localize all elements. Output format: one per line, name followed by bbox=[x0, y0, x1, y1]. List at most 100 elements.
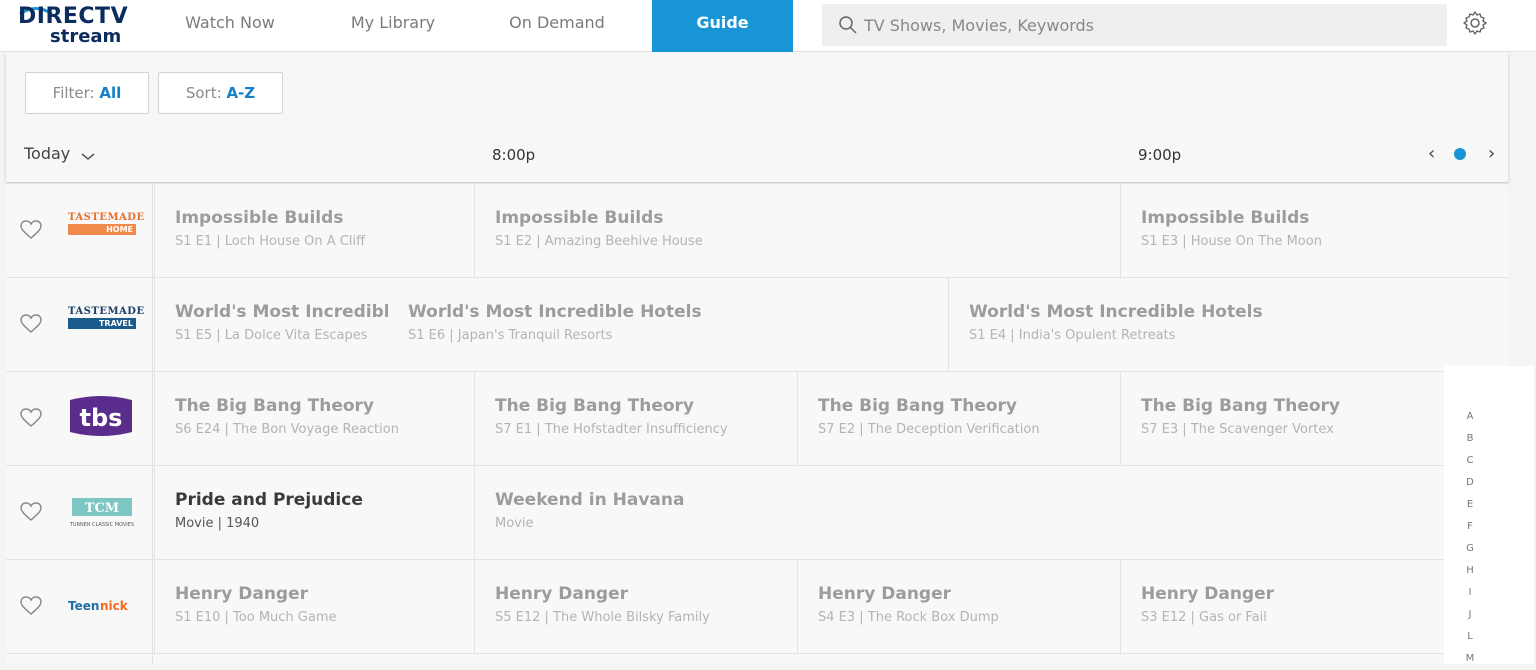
channel-logo-teennick[interactable]: Teen nick bbox=[66, 580, 142, 634]
teennick-logo-icon: Teen nick bbox=[68, 599, 129, 613]
alphabet-letter-f[interactable]: F bbox=[1462, 516, 1478, 538]
svg-text:tbs: tbs bbox=[80, 404, 123, 432]
program-cell[interactable]: Henry Danger S1 E10 | Too Much Game bbox=[154, 560, 474, 654]
tastemade-home-logo: TASTEMADE HOME bbox=[68, 212, 144, 235]
svg-text:TCM: TCM bbox=[85, 501, 119, 516]
program-subtitle: S1 E10 | Too Much Game bbox=[175, 610, 337, 625]
program-cell[interactable]: The Big Bang Theory S7 E2 | The Deceptio… bbox=[797, 372, 1120, 466]
alphabet-letter-e[interactable]: E bbox=[1462, 494, 1478, 516]
day-label: Today bbox=[24, 144, 71, 163]
directv-stream-logo[interactable]: DIRECTV stream bbox=[16, 4, 138, 48]
program-subtitle: S4 E3 | The Rock Box Dump bbox=[818, 610, 999, 625]
program-cell[interactable]: Henry Danger S4 E3 | The Rock Box Dump bbox=[797, 560, 1120, 654]
program-cell[interactable]: Henry Danger S3 E12 | Gas or Fail bbox=[1120, 560, 1443, 654]
chevron-left-icon[interactable]: ‹ bbox=[1428, 142, 1435, 166]
program-title: The Big Bang Theory bbox=[818, 396, 1018, 416]
program-cell[interactable]: World's Most Incredible S1 E5 | La Dolce… bbox=[154, 278, 388, 372]
program-cell[interactable]: The Big Bang Theory S7 E1 | The Hofstadt… bbox=[474, 372, 797, 466]
program-title: Henry Danger bbox=[495, 584, 629, 604]
guide-row: TCM TURNER CLASSIC MOVIES Pride and Prej… bbox=[6, 465, 1508, 560]
program-title: Weekend in Havana bbox=[495, 490, 685, 510]
nav-watch-now[interactable]: Watch Now bbox=[160, 0, 300, 52]
alphabet-letter-j[interactable]: J bbox=[1462, 604, 1478, 626]
search-box[interactable] bbox=[822, 4, 1447, 46]
nav-my-library[interactable]: My Library bbox=[323, 0, 463, 52]
guide-row: TASTEMADE TRAVEL World's Most Incredible… bbox=[6, 277, 1508, 372]
guide-row: tbs The Big Bang Theory S6 E24 | The Bon… bbox=[6, 371, 1508, 466]
time-slot-9pm: 9:00p bbox=[1138, 146, 1182, 164]
row-divider bbox=[152, 466, 153, 560]
chevron-right-icon[interactable]: › bbox=[1488, 142, 1495, 166]
nav-on-demand[interactable]: On Demand bbox=[487, 0, 627, 52]
program-subtitle: S1 E5 | La Dolce Vita Escapes bbox=[175, 328, 368, 343]
program-title: Pride and Prejudice bbox=[175, 490, 363, 510]
program-subtitle: S3 E12 | Gas or Fail bbox=[1141, 610, 1267, 625]
channel-logo-tbs[interactable]: tbs bbox=[66, 392, 142, 446]
channel-logo-tcm[interactable]: TCM TURNER CLASSIC MOVIES bbox=[66, 486, 142, 540]
sort-value: A-Z bbox=[226, 84, 256, 102]
alphabet-letter-h[interactable]: H bbox=[1462, 560, 1478, 582]
alphabet-letter-c[interactable]: C bbox=[1462, 450, 1478, 472]
time-slot-8pm: 8:00p bbox=[492, 146, 536, 164]
tastemade-travel-logo: TASTEMADE TRAVEL bbox=[68, 306, 144, 329]
time-pager: ‹ › bbox=[1424, 142, 1504, 166]
filter-button[interactable]: Filter: All bbox=[25, 72, 149, 114]
program-title: Impossible Builds bbox=[495, 208, 664, 228]
alphabet-letter-d[interactable]: D bbox=[1462, 472, 1478, 494]
program-subtitle: S7 E1 | The Hofstadter Insufficiency bbox=[495, 422, 728, 437]
program-subtitle: S1 E1 | Loch House On A Cliff bbox=[175, 234, 366, 249]
top-navigation: DIRECTV stream Watch Now My Library On D… bbox=[0, 0, 1536, 52]
guide-controls: Filter: All Sort: A-Z Today 8:00p 9:00p … bbox=[6, 52, 1508, 182]
row-divider bbox=[152, 654, 153, 665]
guide-row: Teen nick Henry Danger S1 E10 | Too Much… bbox=[6, 559, 1508, 654]
alphabet-letter-m[interactable]: M bbox=[1462, 648, 1478, 670]
program-cell[interactable]: Impossible Builds S1 E3 | House On The M… bbox=[1120, 184, 1508, 278]
program-subtitle: Movie bbox=[495, 516, 534, 531]
search-input[interactable] bbox=[864, 4, 1424, 46]
favorite-heart-icon[interactable] bbox=[20, 502, 42, 522]
channel-logo-tastemade-travel[interactable]: TASTEMADE TRAVEL bbox=[66, 298, 144, 352]
nav-guide[interactable]: Guide bbox=[652, 0, 793, 52]
alphabet-index: ABCDEFGHIJLM bbox=[1444, 366, 1534, 664]
program-cell[interactable]: World's Most Incredible Hotels S1 E6 | J… bbox=[388, 278, 948, 372]
alphabet-letter-i[interactable]: I bbox=[1462, 582, 1478, 604]
favorite-heart-icon[interactable] bbox=[20, 596, 42, 616]
alphabet-letter-g[interactable]: G bbox=[1462, 538, 1478, 560]
filter-value: All bbox=[99, 84, 122, 102]
favorite-heart-icon[interactable] bbox=[20, 408, 42, 428]
program-subtitle: S6 E24 | The Bon Voyage Reaction bbox=[175, 422, 399, 437]
program-cell[interactable]: Impossible Builds S1 E2 | Amazing Beehiv… bbox=[474, 184, 1120, 278]
program-title: The Big Bang Theory bbox=[495, 396, 695, 416]
program-subtitle: Movie | 1940 bbox=[175, 516, 260, 531]
alphabet-letter-b[interactable]: B bbox=[1462, 428, 1478, 450]
program-cell[interactable]: Henry Danger S5 E12 | The Whole Bilsky F… bbox=[474, 560, 797, 654]
program-cell[interactable]: The Big Bang Theory S6 E24 | The Bon Voy… bbox=[154, 372, 474, 466]
program-cell[interactable]: Impossible Builds S1 E1 | Loch House On … bbox=[154, 184, 474, 278]
tcm-logo-icon: TCM TURNER CLASSIC MOVIES bbox=[69, 498, 134, 528]
tastemade-logo-sub: TRAVEL bbox=[68, 318, 136, 329]
sort-label: Sort: bbox=[185, 84, 222, 102]
program-cell[interactable]: The Big Bang Theory S7 E3 | The Scavenge… bbox=[1120, 372, 1443, 466]
search-icon bbox=[839, 16, 857, 34]
alphabet-letter-a[interactable]: A bbox=[1462, 406, 1478, 428]
guide-row: TASTEMADE HOME Impossible Builds S1 E1 |… bbox=[6, 183, 1508, 278]
tbs-logo-icon: tbs bbox=[70, 396, 132, 436]
chevron-down-icon bbox=[81, 153, 95, 160]
alphabet-letter-l[interactable]: L bbox=[1462, 626, 1478, 648]
day-selector[interactable]: Today bbox=[24, 144, 95, 163]
svg-text:nick: nick bbox=[100, 599, 129, 613]
program-subtitle: S1 E4 | India's Opulent Retreats bbox=[969, 328, 1176, 343]
settings-gear-icon[interactable] bbox=[1462, 10, 1488, 36]
channel-logo-tastemade-home[interactable]: TASTEMADE HOME bbox=[66, 204, 144, 258]
program-cell-now-playing[interactable]: Pride and Prejudice Movie | 1940 bbox=[154, 466, 474, 560]
program-subtitle: S1 E6 | Japan's Tranquil Resorts bbox=[408, 328, 613, 343]
program-title: World's Most Incredible Hotels bbox=[969, 302, 1263, 322]
favorite-heart-icon[interactable] bbox=[20, 220, 42, 240]
program-cell[interactable]: World's Most Incredible Hotels S1 E4 | I… bbox=[948, 278, 1508, 372]
program-title: World's Most Incredible bbox=[175, 302, 388, 322]
program-cell[interactable]: Weekend in Havana Movie bbox=[474, 466, 1443, 560]
program-title: Henry Danger bbox=[1141, 584, 1275, 604]
program-title: Henry Danger bbox=[818, 584, 952, 604]
sort-button[interactable]: Sort: A-Z bbox=[158, 72, 283, 114]
favorite-heart-icon[interactable] bbox=[20, 314, 42, 334]
